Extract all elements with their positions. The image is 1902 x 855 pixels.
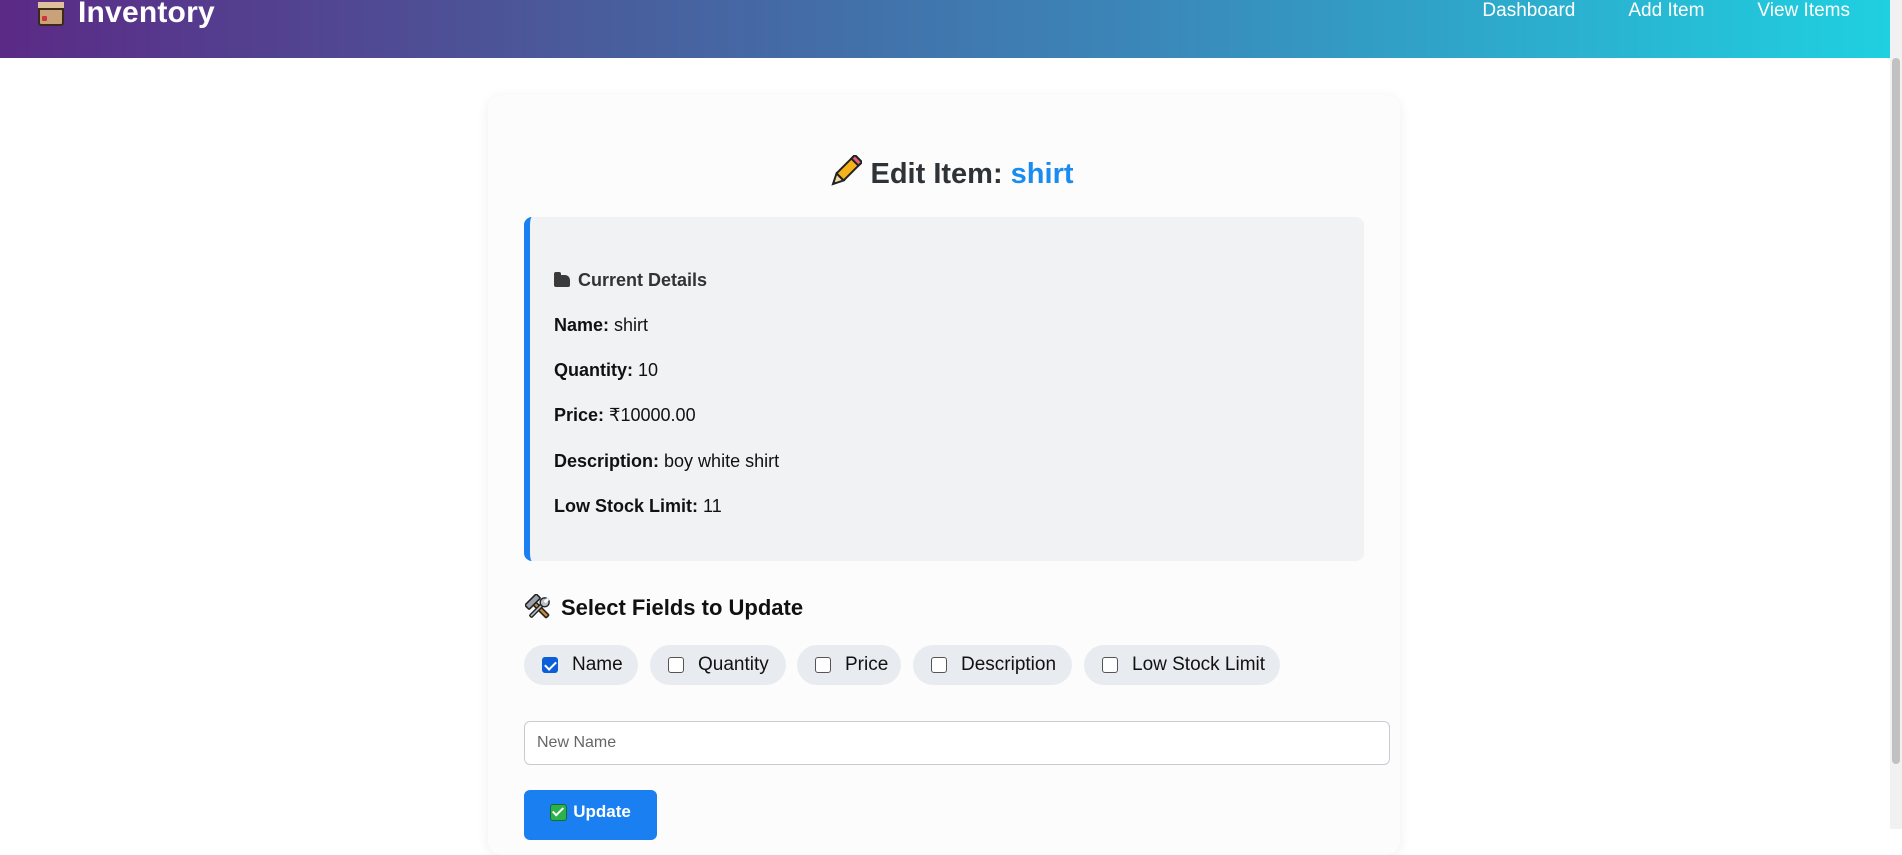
detail-row-price: Price: ₹10000.00	[554, 405, 696, 426]
field-toggle-description[interactable]: Description	[913, 645, 1072, 685]
package-box-icon	[36, 0, 68, 28]
detail-row-quantity: Quantity: 10	[554, 360, 658, 381]
update-button[interactable]: Update	[524, 790, 657, 840]
new-name-input[interactable]	[524, 721, 1390, 765]
checkbox[interactable]	[1102, 657, 1118, 673]
page-title: Edit Item: shirt	[0, 155, 1902, 191]
detail-label: Name:	[554, 315, 610, 335]
field-toggle-label: Description	[961, 654, 1057, 675]
detail-row-description: Description: boy white shirt	[554, 451, 779, 472]
title-prefix: Edit Item:	[870, 158, 1003, 190]
pencil-icon	[831, 155, 863, 186]
field-toggle-quantity[interactable]: Quantity	[650, 645, 786, 685]
update-button-label: Update	[573, 802, 631, 821]
nav-link-view-items[interactable]: View Items	[1757, 0, 1850, 25]
detail-row-low-stock-limit: Low Stock Limit: 11	[554, 496, 722, 517]
hammer-wrench-icon	[525, 594, 550, 619]
nav-links: Dashboard Add Item View Items	[1429, 0, 1850, 25]
field-toggle-name[interactable]: Name	[524, 645, 638, 685]
checkbox[interactable]	[542, 657, 558, 673]
checkbox[interactable]	[668, 657, 684, 673]
detail-value: 11	[703, 496, 722, 516]
detail-value: shirt	[614, 315, 649, 335]
current-details-heading-text: Current Details	[578, 270, 708, 290]
page-scrollbar[interactable]	[1890, 0, 1902, 829]
nav-link-dashboard[interactable]: Dashboard	[1482, 0, 1575, 25]
detail-label: Quantity:	[554, 360, 633, 380]
top-navbar: Inventory Dashboard Add Item View Items	[0, 0, 1890, 58]
field-toggle-label: Name	[572, 654, 623, 675]
field-toggle-label: Low Stock Limit	[1132, 654, 1266, 675]
checkbox[interactable]	[815, 657, 831, 673]
check-box-icon	[550, 803, 568, 821]
detail-row-name: Name: shirt	[554, 315, 648, 336]
update-section-heading-text: Select Fields to Update	[561, 595, 804, 620]
detail-value: boy white shirt	[664, 451, 780, 471]
folder-icon	[554, 271, 570, 287]
checkbox[interactable]	[931, 657, 947, 673]
nav-link-add-item[interactable]: Add Item	[1628, 0, 1704, 25]
update-section-heading: Select Fields to Update	[525, 594, 803, 622]
detail-value: ₹10000.00	[609, 405, 696, 425]
title-item-name: shirt	[1010, 158, 1074, 190]
field-toggle-price[interactable]: Price	[797, 645, 901, 685]
brand-title: Inventory	[78, 0, 215, 29]
detail-label: Low Stock Limit:	[554, 496, 698, 516]
field-toggle-label: Quantity	[698, 654, 769, 675]
current-details-heading: Current Details	[554, 270, 707, 291]
detail-label: Price:	[554, 405, 605, 425]
field-toggle-low-stock-limit[interactable]: Low Stock Limit	[1084, 645, 1280, 685]
detail-value: 10	[638, 360, 659, 380]
detail-label: Description:	[554, 451, 660, 471]
brand[interactable]: Inventory	[36, 0, 215, 33]
field-toggle-label: Price	[845, 654, 889, 675]
